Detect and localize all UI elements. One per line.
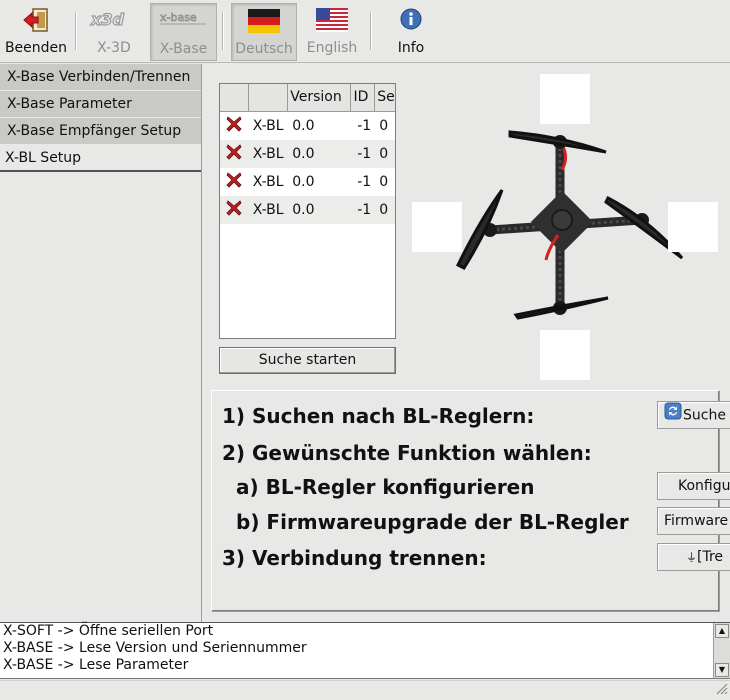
search-button[interactable]: Suche <box>657 401 730 429</box>
cell-se: 0 <box>379 202 389 218</box>
quadcopter-image <box>410 70 730 385</box>
sidebar-item-parameter[interactable]: X-Base Parameter <box>0 91 201 118</box>
sidebar-item-receiver-setup[interactable]: X-Base Empfänger Setup <box>0 118 201 145</box>
sidebar-item-label: X-Base Parameter <box>7 96 132 112</box>
sidebar-item-xbl-setup[interactable]: X-BL Setup <box>0 145 201 172</box>
motor-label-box-left <box>412 202 462 252</box>
instruction-step-2a: a) BL-Regler konfigurieren <box>236 475 535 499</box>
toolbar-separator <box>222 12 224 50</box>
cell-id: -1 <box>357 146 372 162</box>
cell-name: X-BL <box>252 118 284 134</box>
esc-table[interactable]: Version ID Se X-BL 0.0 -1 0 X-BL 0.0 -1 … <box>219 83 396 339</box>
red-x-icon <box>220 144 249 164</box>
cell-name: X-BL <box>252 202 284 218</box>
motor-label-box-right <box>668 202 718 252</box>
search-start-button[interactable]: Suche starten <box>219 347 396 374</box>
german-label: Deutsch <box>235 41 293 57</box>
column-header-id[interactable]: ID <box>351 84 376 112</box>
x3d-label: X-3D <box>97 40 131 56</box>
x3d-button[interactable]: x3d X-3D <box>82 3 146 61</box>
instruction-step-3: 3) Verbindung trennen: <box>222 546 487 570</box>
table-row[interactable]: X-BL 0.0 -1 0 <box>220 140 395 168</box>
exit-label: Beenden <box>4 40 68 56</box>
firmware-button[interactable]: Firmware <box>657 507 730 535</box>
motor-label-box-front <box>540 74 590 124</box>
toolbar-separator <box>75 12 77 50</box>
cell-version: 0.0 <box>292 146 315 162</box>
column-header-name[interactable] <box>249 84 289 112</box>
log-output[interactable]: X-SOFT -> Öffne seriellen Port X-BASE ->… <box>0 622 730 679</box>
table-row[interactable]: X-BL 0.0 -1 0 <box>220 196 395 224</box>
cell-name: X-BL <box>252 174 284 190</box>
cell-se: 0 <box>379 174 389 190</box>
cell-version: 0.0 <box>292 174 315 190</box>
firmware-button-label: Firmware <box>664 513 729 529</box>
cell-se: 0 <box>379 118 389 134</box>
instruction-step-2: 2) Gewünschte Funktion wählen: <box>222 441 592 465</box>
red-x-icon <box>220 172 249 192</box>
configure-button-label: Konfigu <box>678 478 730 494</box>
xbase-label: X-Base <box>159 41 208 57</box>
configure-button[interactable]: Konfigu <box>657 472 730 500</box>
log-line: X-BASE -> Lese Version und Seriennummer <box>3 640 307 656</box>
table-header: Version ID Se <box>220 84 395 112</box>
table-row[interactable]: X-BL 0.0 -1 0 <box>220 168 395 196</box>
disconnect-button[interactable]: ⏚[Tre <box>657 543 730 571</box>
sidebar-item-label: X-Base Verbinden/Trennen <box>7 69 191 85</box>
log-line: X-BASE -> Lese Parameter <box>3 657 189 673</box>
cell-id: -1 <box>357 118 372 134</box>
sidebar-item-label: X-Base Empfänger Setup <box>7 123 182 139</box>
cell-version: 0.0 <box>292 202 315 218</box>
cell-id: -1 <box>357 202 372 218</box>
german-flag-icon <box>248 9 280 37</box>
column-header-version[interactable]: Version <box>288 84 352 112</box>
xbase-logo-icon: x-base <box>158 9 210 33</box>
svg-text:x3d: x3d <box>90 10 124 29</box>
toolbar-separator <box>370 12 372 50</box>
cell-name: X-BL <box>252 146 284 162</box>
info-label: Info <box>397 40 425 56</box>
column-header-se[interactable]: Se <box>375 84 395 112</box>
instruction-step-1: 1) Suchen nach BL-Reglern: <box>222 404 535 428</box>
us-flag-icon <box>316 8 348 36</box>
xbase-button[interactable]: x-base X-Base <box>150 3 217 61</box>
sidebar: X-Base Verbinden/Trennen X-Base Paramete… <box>0 64 201 172</box>
disconnect-button-label: [Tre <box>697 549 724 565</box>
cell-version: 0.0 <box>292 118 315 134</box>
plug-icon: ⏚ <box>686 551 697 564</box>
refresh-icon <box>664 402 682 428</box>
sidebar-item-label: X-BL Setup <box>5 150 82 166</box>
red-x-icon <box>220 116 249 136</box>
toolbar: Beenden x3d X-3D x-base X-Base Deutsch E… <box>0 0 730 63</box>
info-button[interactable]: Info <box>380 3 442 61</box>
scroll-up-icon[interactable]: ▲ <box>715 624 729 638</box>
log-line: X-SOFT -> Öffne seriellen Port <box>3 623 214 639</box>
scroll-down-icon[interactable]: ▼ <box>715 663 729 677</box>
sidebar-item-connect[interactable]: X-Base Verbinden/Trennen <box>0 64 201 91</box>
resize-grip-icon[interactable] <box>714 681 728 699</box>
search-button-label: Suche <box>683 407 726 424</box>
instruction-step-2b: b) Firmwareupgrade der BL-Regler <box>236 510 629 534</box>
motor-label-box-rear <box>540 330 590 380</box>
column-header-status[interactable] <box>220 84 249 112</box>
german-button[interactable]: Deutsch <box>231 3 297 61</box>
status-bar <box>0 680 730 700</box>
exit-button[interactable]: Beenden <box>4 3 68 61</box>
english-label: English <box>306 40 358 56</box>
x3d-logo-icon: x3d <box>89 8 139 34</box>
english-button[interactable]: English <box>300 3 364 61</box>
red-x-icon <box>220 200 249 220</box>
cell-id: -1 <box>357 174 372 190</box>
info-icon <box>400 8 422 34</box>
cell-se: 0 <box>379 146 389 162</box>
table-row[interactable]: X-BL 0.0 -1 0 <box>220 112 395 140</box>
exit-icon <box>23 8 49 36</box>
log-scrollbar[interactable]: ▲ ▼ <box>713 623 730 678</box>
svg-text:x-base: x-base <box>160 11 197 24</box>
